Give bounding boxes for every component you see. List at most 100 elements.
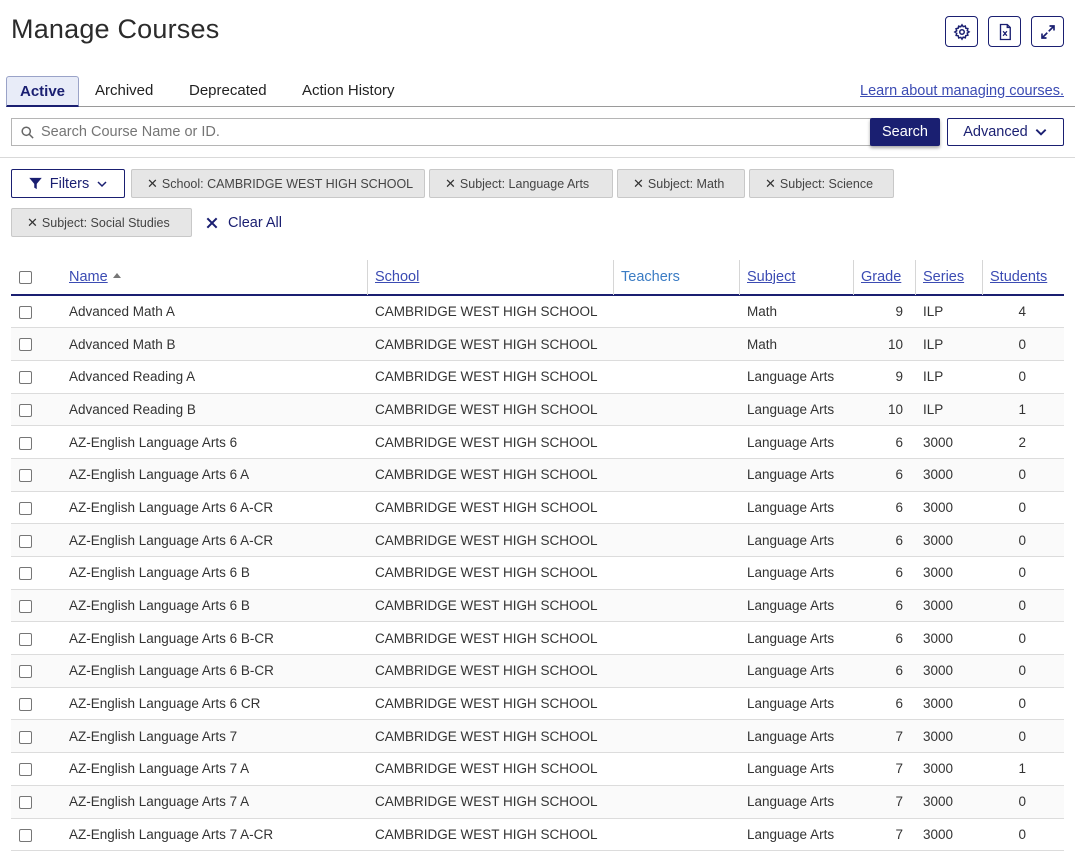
row-select-cell xyxy=(11,687,61,721)
row-checkbox[interactable] xyxy=(19,828,32,842)
col-header-subject[interactable]: Subject xyxy=(739,260,853,296)
row-select-cell xyxy=(11,393,61,427)
table-row[interactable]: AZ-English Language Arts 7 A CAMBRIDGE WE… xyxy=(11,752,1064,786)
cell-school: CAMBRIDGE WEST HIGH SCHOOL xyxy=(367,523,613,557)
cell-grade: 6 xyxy=(853,687,915,721)
filter-chip-math[interactable]: ✕ Subject: Math xyxy=(617,169,745,198)
row-checkbox[interactable] xyxy=(19,730,32,744)
remove-chip-icon[interactable]: ✕ xyxy=(633,176,644,192)
remove-chip-icon[interactable]: ✕ xyxy=(445,176,456,192)
row-checkbox[interactable] xyxy=(19,632,32,646)
select-all-checkbox[interactable] xyxy=(19,270,32,284)
table-row[interactable]: AZ-English Language Arts 6 B-CR CAMBRIDGE… xyxy=(11,621,1064,656)
cell-students: 1 xyxy=(982,393,1064,427)
table-row[interactable]: AZ-English Language Arts 6 B CAMBRIDGE WE… xyxy=(11,556,1064,590)
settings-button[interactable] xyxy=(945,16,978,47)
advanced-label: Advanced xyxy=(963,124,1028,140)
filter-chip-language-arts[interactable]: ✕ Subject: Language Arts xyxy=(429,169,613,198)
students-sort-link[interactable]: Students xyxy=(990,269,1047,285)
table-row[interactable]: AZ-English Language Arts 6 CR CAMBRIDGE W… xyxy=(11,687,1064,721)
row-checkbox[interactable] xyxy=(19,665,32,679)
remove-chip-icon[interactable]: ✕ xyxy=(765,176,776,192)
row-checkbox[interactable] xyxy=(19,763,32,777)
expand-button[interactable] xyxy=(1031,16,1064,47)
row-checkbox[interactable] xyxy=(19,501,32,515)
table-row[interactable]: AZ-English Language Arts 6 A-CR CAMBRIDGE… xyxy=(11,491,1064,525)
row-checkbox[interactable] xyxy=(19,469,32,483)
row-checkbox[interactable] xyxy=(19,698,32,712)
row-checkbox[interactable] xyxy=(19,371,32,385)
clear-all-label: Clear All xyxy=(228,215,282,231)
cell-school: CAMBRIDGE WEST HIGH SCHOOL xyxy=(367,327,613,361)
filter-chip-social-studies[interactable]: ✕ Subject: Social Studies xyxy=(11,208,192,237)
series-sort-link[interactable]: Series xyxy=(923,269,964,285)
row-checkbox[interactable] xyxy=(19,599,32,613)
row-checkbox[interactable] xyxy=(19,436,32,450)
row-checkbox[interactable] xyxy=(19,403,32,417)
table-row[interactable]: AZ-English Language Arts 6 B-CR CAMBRIDGE… xyxy=(11,654,1064,688)
cell-grade: 6 xyxy=(853,425,915,459)
filter-chip-school[interactable]: ✕ School: CAMBRIDGE WEST HIGH SCHOOL xyxy=(131,169,425,198)
export-excel-button[interactable] xyxy=(988,16,1021,47)
cell-school: CAMBRIDGE WEST HIGH SCHOOL xyxy=(367,295,613,329)
table-row[interactable]: AZ-English Language Arts 6 B CAMBRIDGE WE… xyxy=(11,589,1064,623)
table-row[interactable]: AZ-English Language Arts 7 A-CR CAMBRIDGE… xyxy=(11,818,1064,852)
remove-chip-icon[interactable]: ✕ xyxy=(27,215,38,231)
row-checkbox[interactable] xyxy=(19,567,32,581)
chevron-down-icon xyxy=(1035,129,1047,136)
table-row[interactable]: AZ-English Language Arts 6 A-CR CAMBRIDGE… xyxy=(11,523,1064,557)
row-select-cell xyxy=(11,458,61,492)
search-button[interactable]: Search xyxy=(870,118,940,146)
filter-chip-science[interactable]: ✕ Subject: Science xyxy=(749,169,894,198)
teachers-label: Teachers xyxy=(621,269,680,285)
table-row[interactable]: Advanced Math A CAMBRIDGE WEST HIGH SCHOO… xyxy=(11,295,1064,329)
table-row[interactable]: AZ-English Language Arts 6 CAMBRIDGE WEST… xyxy=(11,425,1064,459)
filters-button[interactable]: Filters xyxy=(11,169,125,198)
cell-series: 3000 xyxy=(915,589,982,623)
cell-grade: 10 xyxy=(853,393,915,427)
clear-all-filters-button[interactable]: Clear All xyxy=(205,213,282,233)
cell-teachers xyxy=(613,295,739,329)
row-select-cell xyxy=(11,295,61,329)
grade-sort-link[interactable]: Grade xyxy=(861,269,901,285)
col-header-name[interactable]: Name xyxy=(61,260,367,296)
cell-subject: Math xyxy=(739,295,853,329)
col-header-grade[interactable]: Grade xyxy=(853,260,915,296)
col-header-students[interactable]: Students xyxy=(982,260,1064,296)
row-select-cell xyxy=(11,491,61,525)
table-row[interactable]: Advanced Math B CAMBRIDGE WEST HIGH SCHOO… xyxy=(11,327,1064,361)
table-row[interactable]: AZ-English Language Arts 6 A CAMBRIDGE WE… xyxy=(11,458,1064,492)
chip-label: Subject: Language Arts xyxy=(459,176,590,191)
table-row[interactable]: Advanced Reading B CAMBRIDGE WEST HIGH SC… xyxy=(11,393,1064,427)
table-row[interactable]: Advanced Reading A CAMBRIDGE WEST HIGH SC… xyxy=(11,360,1064,394)
col-header-school[interactable]: School xyxy=(367,260,613,296)
search-input[interactable] xyxy=(41,124,841,140)
tab-deprecated[interactable]: Deprecated xyxy=(176,76,280,107)
search-icon xyxy=(21,125,34,139)
tab-archived[interactable]: Archived xyxy=(82,76,166,107)
row-checkbox[interactable] xyxy=(19,338,32,352)
cell-teachers xyxy=(613,523,739,557)
learn-managing-courses-link[interactable]: Learn about managing courses. xyxy=(860,83,1064,99)
name-sort-link[interactable]: Name xyxy=(69,269,108,285)
cell-series: 3000 xyxy=(915,818,982,852)
subject-sort-link[interactable]: Subject xyxy=(747,269,795,285)
cell-course-name: AZ-English Language Arts 6 A-CR xyxy=(61,491,367,525)
cell-series: 3000 xyxy=(915,752,982,786)
cell-teachers xyxy=(613,687,739,721)
tab-active[interactable]: Active xyxy=(6,76,80,107)
table-row[interactable]: AZ-English Language Arts 7 A CAMBRIDGE WE… xyxy=(11,785,1064,819)
tab-action-history[interactable]: Action History xyxy=(289,76,408,107)
cell-grade: 7 xyxy=(853,719,915,754)
row-checkbox[interactable] xyxy=(19,306,32,320)
cell-grade: 7 xyxy=(853,818,915,852)
school-sort-link[interactable]: School xyxy=(375,269,419,285)
col-header-series[interactable]: Series xyxy=(915,260,982,296)
remove-chip-icon[interactable]: ✕ xyxy=(147,176,158,192)
row-checkbox[interactable] xyxy=(19,534,32,548)
filters-label: Filters xyxy=(49,175,90,192)
advanced-search-button[interactable]: Advanced xyxy=(947,118,1064,146)
table-row[interactable]: AZ-English Language Arts 7 CAMBRIDGE WEST… xyxy=(11,719,1064,754)
row-checkbox[interactable] xyxy=(19,796,32,810)
cell-teachers xyxy=(613,491,739,525)
